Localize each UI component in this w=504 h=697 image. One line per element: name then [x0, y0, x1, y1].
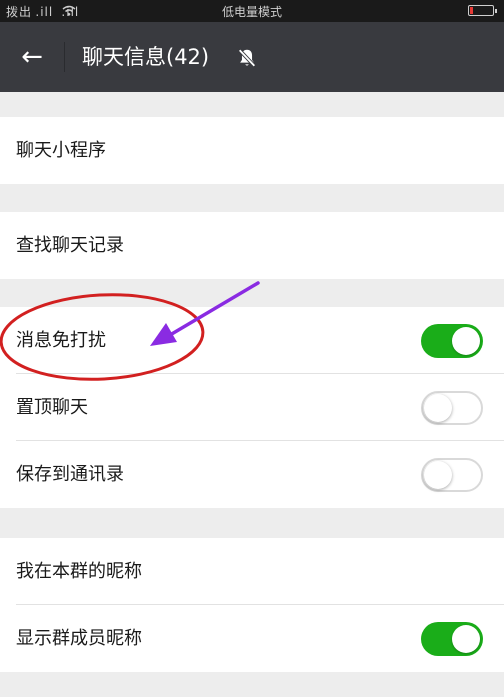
toggle-knob: [452, 625, 480, 653]
back-button[interactable]: ←: [10, 35, 54, 79]
cell-label: 查找聊天记录: [16, 235, 124, 256]
cell-label: 置顶聊天: [16, 397, 88, 418]
title-bar: ← 聊天信息(42): [0, 22, 504, 92]
toggle-knob: [424, 461, 452, 489]
cell-find-chat-history[interactable]: 查找聊天记录: [0, 212, 504, 279]
cell-label: 我在本群的昵称: [16, 561, 142, 582]
toggle-knob: [424, 394, 452, 422]
status-bar: 拨出 .ill .ill 低电量模式: [0, 0, 504, 22]
cell-show-member-nicknames[interactable]: 显示群成员昵称: [0, 605, 504, 672]
title-divider: [64, 42, 65, 72]
cell-save-to-contacts[interactable]: 保存到通讯录: [0, 441, 504, 508]
cell-mute-notifications[interactable]: 消息免打扰: [0, 307, 504, 374]
cell-label: 消息免打扰: [16, 330, 106, 351]
low-power-mode-text: 低电量模式: [221, 5, 282, 19]
save-to-contacts-toggle[interactable]: [421, 458, 483, 492]
show-member-nicknames-toggle[interactable]: [421, 622, 483, 656]
toggle-knob: [452, 327, 480, 355]
cell-pin-chat[interactable]: 置顶聊天: [0, 374, 504, 441]
cell-label: 显示群成员昵称: [16, 628, 142, 649]
cell-chat-mini-programs[interactable]: 聊天小程序: [0, 117, 504, 184]
bell-off-icon: [238, 48, 256, 68]
cell-my-group-nickname[interactable]: 我在本群的昵称: [0, 538, 504, 605]
battery-icon: [468, 5, 497, 16]
cell-label: 保存到通讯录: [16, 464, 124, 485]
page-title: 聊天信息(42): [82, 45, 210, 69]
mute-notifications-toggle[interactable]: [421, 324, 483, 358]
pin-chat-toggle[interactable]: [421, 391, 483, 425]
cell-label: 聊天小程序: [16, 140, 106, 161]
battery-fill: [470, 7, 473, 14]
